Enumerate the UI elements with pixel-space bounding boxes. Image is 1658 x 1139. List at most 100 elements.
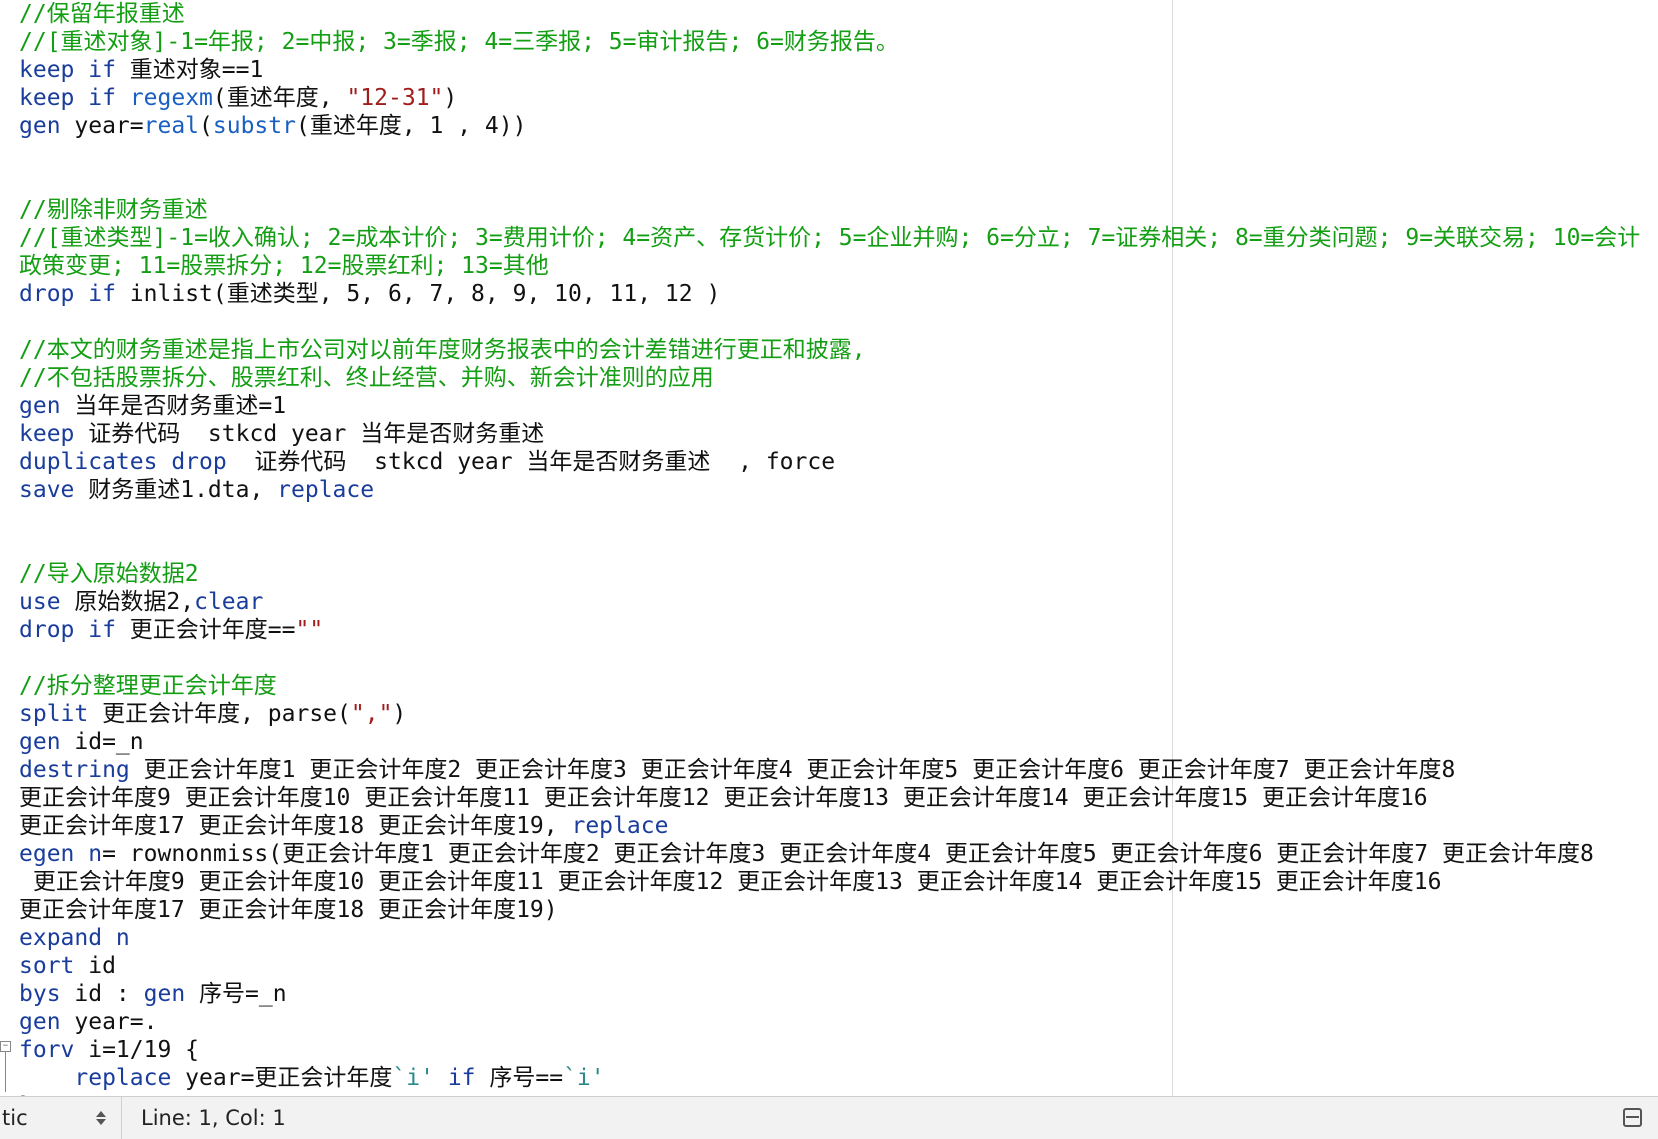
code-line[interactable]: //[重述对象]-1=年报; 2=中报; 3=季报; 4=三季报; 5=审计报告… (19, 28, 1640, 56)
code-line[interactable]: use 原始数据2,clear (19, 588, 1640, 616)
code-line[interactable]: gen year=real(substr(重述年度, 1 , 4)) (19, 112, 1640, 140)
code-token: gen (19, 393, 61, 419)
code-line[interactable]: 更正会计年度17 更正会计年度18 更正会计年度19, replace (19, 812, 1640, 840)
code-token: regexm (129, 85, 213, 111)
code-token: 原始数据2, (60, 589, 195, 615)
code-token: bys (19, 981, 61, 1007)
code-token: real (143, 113, 200, 139)
code-line[interactable]: destring 更正会计年度1 更正会计年度2 更正会计年度3 更正会计年度4… (19, 756, 1640, 784)
code-token: = rownonmiss(更正会计年度1 更正会计年度2 更正会计年度3 更正会… (102, 841, 1594, 867)
code-line[interactable] (19, 140, 1640, 168)
code-token: `i' (392, 1065, 434, 1091)
code-token: year=更正会计年度 (171, 1065, 393, 1091)
code-line[interactable]: 更正会计年度17 更正会计年度18 更正会计年度19) (19, 896, 1640, 924)
code-token: keep (19, 85, 75, 111)
code-content[interactable]: //保留年报重述//[重述对象]-1=年报; 2=中报; 3=季报; 4=三季报… (19, 0, 1640, 1096)
code-token: (重述年度, (212, 85, 347, 111)
code-line[interactable]: keep 证券代码 stkcd year 当年是否财务重述 (19, 420, 1640, 448)
code-token: //导入原始数据2 (19, 561, 199, 587)
code-line[interactable]: //本文的财务重述是指上市公司对以前年度财务报表中的会计差错进行更正和披露, (19, 336, 1640, 364)
code-line[interactable]: //拆分整理更正会计年度 (19, 672, 1640, 700)
code-token: if (88, 617, 116, 643)
code-token: duplicates drop (19, 449, 227, 475)
code-token: //[重述对象]-1=年报; 2=中报; 3=季报; 4=三季报; 5=审计报告… (19, 29, 899, 55)
code-token: if (88, 85, 116, 111)
code-line[interactable] (19, 504, 1640, 532)
code-token: 更正会计年度17 更正会计年度18 更正会计年度19, (19, 813, 572, 839)
code-line[interactable]: //剔除非财务重述 (19, 196, 1640, 224)
code-token: //剔除非财务重述 (19, 197, 208, 223)
code-token: 政策变更; 11=股票拆分; 12=股票红利; 13=其他 (19, 253, 549, 279)
code-token: "12-31" (346, 85, 444, 111)
code-token: 更正会计年度1 更正会计年度2 更正会计年度3 更正会计年度4 更正会计年度5 … (129, 757, 1456, 783)
code-token: //本文的财务重述是指上市公司对以前年度财务报表中的会计差错进行更正和披露, (19, 337, 866, 363)
code-token: 序号=_n (185, 981, 287, 1007)
code-token: 序号== (475, 1065, 564, 1091)
code-token: "" (295, 617, 324, 643)
code-line[interactable]: //保留年报重述 (19, 0, 1640, 28)
code-line[interactable]: keep if regexm(重述年度, "12-31") (19, 84, 1640, 112)
code-line[interactable]: save 财务重述1.dta, replace (19, 476, 1640, 504)
code-line[interactable]: 更正会计年度9 更正会计年度10 更正会计年度11 更正会计年度12 更正会计年… (19, 868, 1640, 896)
status-bar: tic Line: 1, Col: 1 (0, 1096, 1658, 1139)
code-token: 更正会计年度, parse( (88, 701, 351, 727)
code-line[interactable]: expand n (19, 924, 1640, 952)
code-token: sort (19, 953, 75, 979)
code-token: inlist(重述类型, 5, 6, 7, 8, 9, 10, 11, 12 ) (115, 281, 721, 307)
code-line[interactable] (19, 644, 1640, 672)
code-token: gen (19, 729, 61, 755)
code-token: n (88, 841, 103, 867)
code-line[interactable]: gen 当年是否财务重述=1 (19, 392, 1640, 420)
code-line[interactable]: sort id (19, 952, 1640, 980)
code-line[interactable]: 更正会计年度9 更正会计年度10 更正会计年度11 更正会计年度12 更正会计年… (19, 784, 1640, 812)
code-token: //[重述类型]-1=收入确认; 2=成本计价; 3=费用计价; 4=资产、存货… (19, 225, 1641, 251)
code-token: ) (443, 85, 458, 111)
code-token: if (88, 281, 116, 307)
code-line[interactable]: split 更正会计年度, parse(",") (19, 700, 1640, 728)
split-view-icon[interactable] (1623, 1108, 1642, 1127)
code-line[interactable]: drop if inlist(重述类型, 5, 6, 7, 8, 9, 10, … (19, 280, 1640, 308)
code-token: gen (143, 981, 186, 1007)
code-line[interactable]: gen id=_n (19, 728, 1640, 756)
language-label: tic (2, 1106, 28, 1130)
language-select[interactable]: tic (0, 1097, 122, 1139)
code-line[interactable]: egen n= rownonmiss(更正会计年度1 更正会计年度2 更正会计年… (19, 840, 1640, 868)
fold-toggle-icon[interactable]: − (0, 1041, 11, 1052)
code-line[interactable] (19, 532, 1640, 560)
code-line[interactable] (19, 308, 1640, 336)
code-token: "," (350, 701, 393, 727)
code-line[interactable]: //导入原始数据2 (19, 560, 1640, 588)
code-line[interactable]: drop if 更正会计年度=="" (19, 616, 1640, 644)
code-editor[interactable]: //保留年报重述//[重述对象]-1=年报; 2=中报; 3=季报; 4=三季报… (0, 0, 1658, 1096)
code-token: 重述对象==1 (115, 57, 264, 83)
code-token: clear (194, 589, 264, 615)
code-line[interactable]: replace year=更正会计年度`i' if 序号==`i' (19, 1064, 1640, 1092)
code-token: use (19, 589, 61, 615)
fold-range-line (5, 1052, 6, 1092)
code-token: save (19, 477, 75, 503)
code-token: replace (277, 477, 375, 503)
code-line[interactable]: keep if 重述对象==1 (19, 56, 1640, 84)
code-token: replace (74, 1065, 172, 1091)
code-line[interactable]: //不包括股票拆分、股票红利、终止经营、并购、新会计准则的应用 (19, 364, 1640, 392)
code-line[interactable]: duplicates drop 证券代码 stkcd year 当年是否财务重述… (19, 448, 1640, 476)
code-line[interactable]: //[重述类型]-1=收入确认; 2=成本计价; 3=费用计价; 4=资产、存货… (19, 224, 1640, 252)
code-line[interactable]: forv i=1/19 { (19, 1036, 1640, 1064)
code-line[interactable] (19, 168, 1640, 196)
code-token: year= (60, 113, 144, 139)
code-token: if (447, 1065, 476, 1091)
code-line[interactable]: bys id : gen 序号=_n (19, 980, 1640, 1008)
code-token: `i' (563, 1065, 605, 1091)
code-line[interactable]: 政策变更; 11=股票拆分; 12=股票红利; 13=其他 (19, 252, 1640, 280)
updown-chevron-icon (95, 1108, 107, 1128)
code-line[interactable]: gen year=. (19, 1008, 1640, 1036)
code-token: split (19, 701, 89, 727)
code-token: id=_n (60, 729, 144, 755)
cursor-position: Line: 1, Col: 1 (141, 1106, 286, 1130)
code-token: 证券代码 stkcd year 当年是否财务重述 (74, 421, 545, 447)
